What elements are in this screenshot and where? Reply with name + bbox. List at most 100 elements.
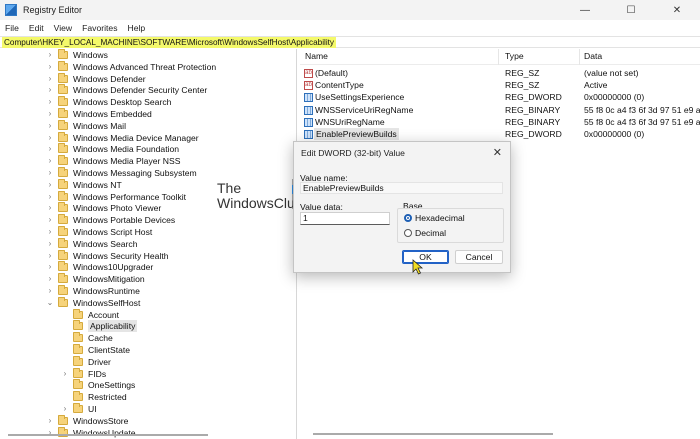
- decimal-radio[interactable]: [404, 229, 412, 237]
- tree-item[interactable]: › Windows Advanced Threat Protection: [46, 60, 216, 73]
- tree-item-label[interactable]: WindowsSelfHost: [73, 297, 140, 309]
- chevron-right-icon[interactable]: [61, 332, 69, 344]
- chevron-right-icon[interactable]: ›: [61, 403, 69, 415]
- column-divider[interactable]: [579, 49, 580, 65]
- tree-item[interactable]: Driver: [61, 355, 111, 368]
- tree-item[interactable]: OneSettings: [61, 379, 135, 391]
- chevron-right-icon[interactable]: [61, 309, 69, 321]
- chevron-right-icon[interactable]: ›: [46, 415, 54, 427]
- value-row[interactable]: UseSettingsExperience REG_DWORD 0x00000000…: [300, 91, 700, 103]
- chevron-right-icon[interactable]: ›: [46, 191, 54, 203]
- menu-help[interactable]: Help: [128, 23, 146, 33]
- tree-item[interactable]: › Windows Desktop Search: [46, 96, 171, 108]
- tree-item-label[interactable]: Windows Search: [73, 238, 137, 250]
- hexadecimal-option[interactable]: Hexadecimal: [404, 213, 465, 223]
- column-divider[interactable]: [498, 49, 499, 65]
- tree-item-label[interactable]: Windows Media Player NSS: [73, 155, 180, 167]
- value-row[interactable]: ab (Default) REG_SZ (value not set): [300, 67, 700, 79]
- menu-view[interactable]: View: [54, 23, 72, 33]
- values-horizontal-scrollbar[interactable]: [313, 433, 553, 435]
- tree-item[interactable]: › Windows Messaging Subsystem: [46, 167, 197, 179]
- tree-item-label[interactable]: Windows Embedded: [73, 108, 152, 120]
- hexadecimal-label[interactable]: Hexadecimal: [415, 213, 465, 223]
- value-name[interactable]: WNSServiceUriRegName: [315, 104, 413, 116]
- tree-item-label[interactable]: Applicability: [88, 320, 138, 333]
- tree-item[interactable]: › Windows Script Host: [46, 226, 152, 238]
- tree-item-label[interactable]: Windows Defender: [73, 73, 146, 85]
- tree-item-label[interactable]: Windows Advanced Threat Protection: [73, 61, 216, 73]
- value-name[interactable]: UseSettingsExperience: [315, 91, 404, 103]
- tree-item-label[interactable]: WindowsRuntime: [73, 285, 140, 297]
- chevron-right-icon[interactable]: ›: [46, 238, 54, 250]
- value-row[interactable]: ab ContentType REG_SZ Active: [300, 79, 700, 91]
- tree-item-label[interactable]: Windows Media Device Manager: [73, 132, 199, 144]
- tree-item[interactable]: › WindowsRuntime: [46, 285, 140, 297]
- value-row[interactable]: WNSUriRegName REG_BINARY 55 f8 0c a4 f3 6f…: [300, 116, 700, 128]
- menu-file[interactable]: File: [5, 23, 19, 33]
- tree-item-label[interactable]: OneSettings: [88, 379, 135, 391]
- tree-item-label[interactable]: Windows Photo Viewer: [73, 202, 161, 214]
- tree-item-label[interactable]: Windows Mail: [73, 120, 126, 132]
- chevron-right-icon[interactable]: ›: [46, 84, 54, 96]
- chevron-right-icon[interactable]: [61, 320, 69, 332]
- chevron-right-icon[interactable]: ›: [46, 226, 54, 238]
- tree-item[interactable]: ClientState: [61, 344, 130, 356]
- tree-item-label[interactable]: FIDs: [88, 368, 106, 380]
- tree-item-label[interactable]: Windows NT: [73, 179, 122, 191]
- chevron-right-icon[interactable]: [61, 379, 69, 391]
- tree-item[interactable]: › WindowsStore: [46, 414, 128, 427]
- column-name[interactable]: Name: [305, 51, 328, 61]
- address-path[interactable]: Computer\HKEY_LOCAL_MACHINE\SOFTWARE\Mic…: [2, 37, 337, 48]
- tree-item-label[interactable]: Windows: [73, 49, 108, 61]
- chevron-right-icon[interactable]: ›: [46, 202, 54, 214]
- tree-item-label[interactable]: Windows Desktop Search: [73, 96, 171, 108]
- column-data[interactable]: Data: [584, 51, 602, 61]
- tree-item-label[interactable]: ClientState: [88, 344, 130, 356]
- close-button[interactable]: ✕: [654, 0, 700, 20]
- tree-item-label[interactable]: Account: [88, 309, 119, 321]
- chevron-right-icon[interactable]: ›: [46, 250, 54, 262]
- chevron-right-icon[interactable]: ›: [46, 73, 54, 85]
- key-tree[interactable]: › Windows › Windows Advanced Threat Protect…: [0, 49, 297, 439]
- address-bar[interactable]: Computer\HKEY_LOCAL_MACHINE\SOFTWARE\Mic…: [0, 36, 700, 48]
- chevron-right-icon[interactable]: ›: [46, 96, 54, 108]
- chevron-right-icon[interactable]: ›: [61, 368, 69, 380]
- dialog-close-button[interactable]: ✕: [493, 146, 502, 159]
- value-name[interactable]: (Default): [315, 67, 348, 79]
- tree-horizontal-scrollbar[interactable]: [8, 434, 208, 436]
- tree-item-label[interactable]: WindowsMitigation: [73, 273, 145, 285]
- chevron-right-icon[interactable]: ›: [46, 120, 54, 132]
- tree-item-label[interactable]: Windows Defender Security Center: [73, 84, 207, 96]
- value-row[interactable]: EnablePreviewBuilds REG_DWORD 0x00000000 (…: [300, 128, 700, 140]
- decimal-option[interactable]: Decimal: [404, 228, 446, 238]
- tree-item[interactable]: › Windows Performance Toolkit: [46, 190, 186, 203]
- tree-item-label[interactable]: Windows Script Host: [73, 226, 152, 238]
- value-row[interactable]: WNSServiceUriRegName REG_BINARY 55 f8 0c a…: [300, 104, 700, 116]
- maximize-button[interactable]: ☐: [608, 0, 654, 20]
- tree-item-label[interactable]: Windows10Upgrader: [73, 261, 153, 273]
- chevron-right-icon[interactable]: [61, 356, 69, 368]
- tree-item[interactable]: › Windows Defender: [46, 72, 146, 85]
- chevron-right-icon[interactable]: ›: [46, 155, 54, 167]
- tree-item-label[interactable]: UI: [88, 403, 97, 415]
- tree-item[interactable]: › WindowsUpdate: [46, 426, 136, 439]
- menu-favorites[interactable]: Favorites: [82, 23, 117, 33]
- chevron-right-icon[interactable]: ›: [46, 61, 54, 73]
- tree-item-label[interactable]: Windows Portable Devices: [73, 214, 175, 226]
- tree-item-label[interactable]: Windows Performance Toolkit: [73, 191, 186, 203]
- chevron-right-icon[interactable]: ›: [46, 167, 54, 179]
- tree-item-label[interactable]: WindowsUpdate: [73, 427, 136, 439]
- chevron-right-icon[interactable]: [61, 391, 69, 403]
- chevron-right-icon[interactable]: ›: [46, 132, 54, 144]
- chevron-right-icon[interactable]: ›: [46, 214, 54, 226]
- tree-item[interactable]: › Windows Embedded: [46, 108, 152, 120]
- chevron-right-icon[interactable]: [61, 344, 69, 356]
- tree-item[interactable]: › WindowsMitigation: [46, 273, 145, 285]
- tree-item[interactable]: › Windows Defender Security Center: [46, 84, 207, 96]
- tree-item-label[interactable]: Cache: [88, 332, 113, 344]
- tree-item[interactable]: Cache: [61, 332, 113, 344]
- cancel-button[interactable]: Cancel: [455, 250, 503, 264]
- chevron-right-icon[interactable]: ›: [46, 108, 54, 120]
- chevron-right-icon[interactable]: ›: [46, 143, 54, 155]
- tree-item-label[interactable]: Driver: [88, 356, 111, 368]
